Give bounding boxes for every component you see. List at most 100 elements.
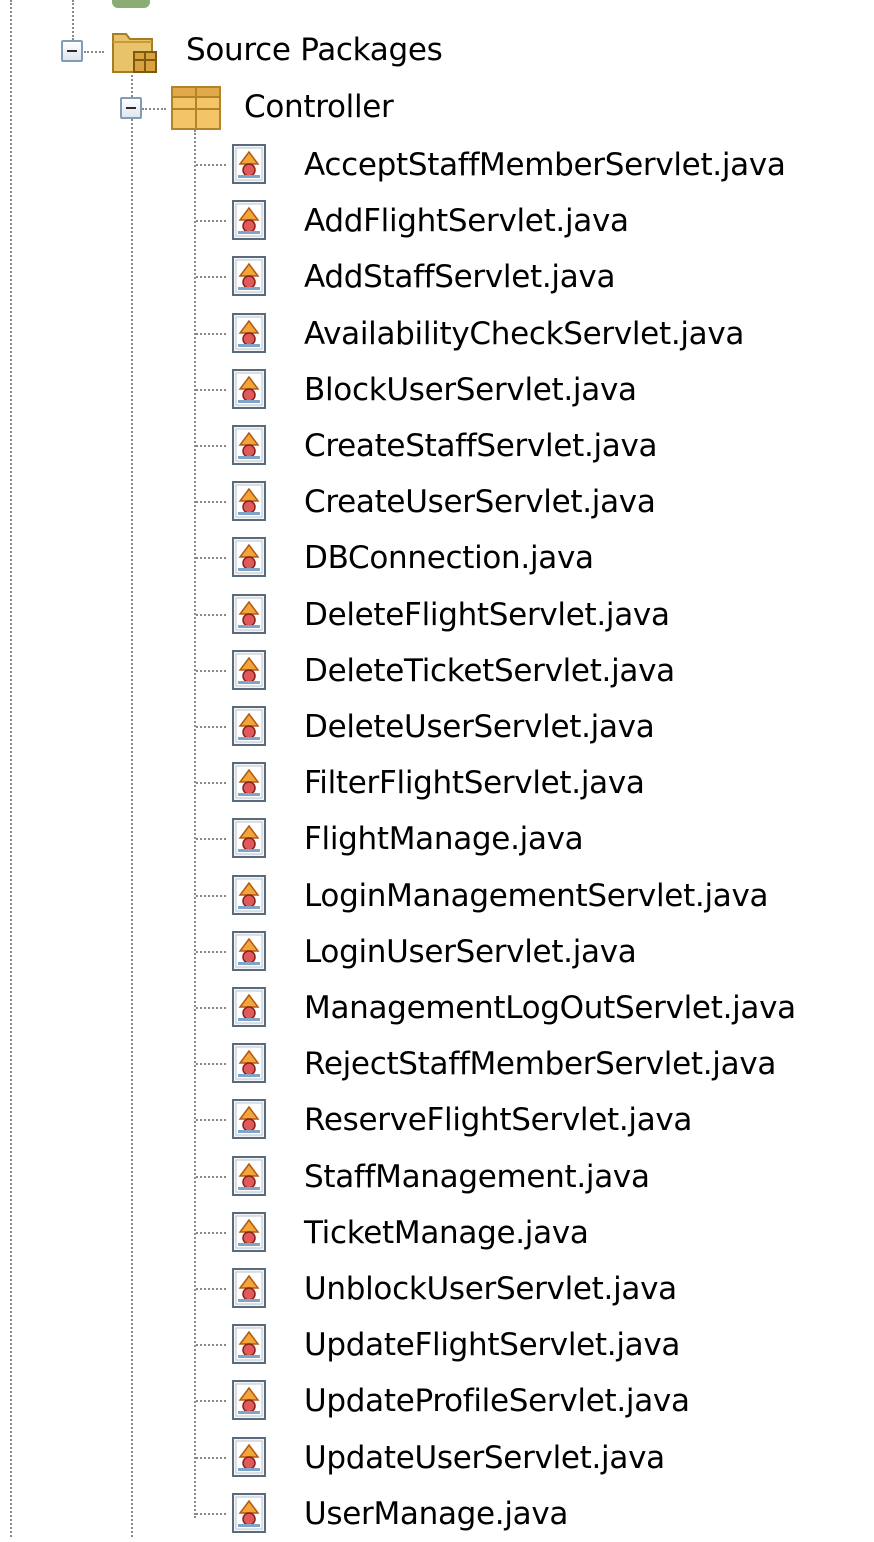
file-tree-item[interactable]: DeleteFlightServlet.java: [0, 587, 874, 643]
file-tree-item[interactable]: AcceptStaffMemberServlet.java: [0, 137, 874, 193]
tree-connector: [196, 445, 226, 447]
tree-connector: [196, 895, 226, 897]
file-tree-item[interactable]: UpdateFlightServlet.java: [0, 1317, 874, 1373]
file-tree-item[interactable]: DBConnection.java: [0, 530, 874, 586]
file-name-label: UpdateProfileServlet.java: [304, 1383, 690, 1419]
java-class-file-icon: [232, 931, 266, 971]
file-tree-item[interactable]: AddStaffServlet.java: [0, 249, 874, 305]
file-name-label: AddFlightServlet.java: [304, 203, 629, 239]
tree-connector: [196, 501, 226, 503]
file-tree-item[interactable]: ReserveFlightServlet.java: [0, 1092, 874, 1148]
collapse-source-packages-toggle[interactable]: [61, 40, 83, 62]
file-tree-item[interactable]: DeleteUserServlet.java: [0, 699, 874, 755]
java-class-file-icon: [232, 256, 266, 296]
file-name-label: AcceptStaffMemberServlet.java: [304, 147, 786, 183]
tree-connector: [196, 333, 226, 335]
tree-connector: [196, 1232, 226, 1234]
java-class-file-icon: [232, 706, 266, 746]
java-class-file-icon: [232, 1268, 266, 1308]
file-tree-item[interactable]: LoginManagementServlet.java: [0, 868, 874, 924]
file-tree-item[interactable]: CreateUserServlet.java: [0, 474, 874, 530]
tree-connector: [196, 1513, 226, 1515]
tree-connector: [196, 726, 226, 728]
file-tree-item[interactable]: ManagementLogOutServlet.java: [0, 980, 874, 1036]
project-tree: Source Packages Controller AcceptStaffMe…: [0, 0, 874, 1537]
java-class-file-icon: [232, 987, 266, 1027]
file-tree-item[interactable]: StaffManagement.java: [0, 1149, 874, 1205]
java-class-file-icon: [232, 818, 266, 858]
tree-connector: [196, 1119, 226, 1121]
java-class-file-icon: [232, 1437, 266, 1477]
java-class-file-icon: [232, 369, 266, 409]
java-class-file-icon: [232, 537, 266, 577]
file-tree-item[interactable]: DeleteTicketServlet.java: [0, 643, 874, 699]
file-name-label: FlightManage.java: [304, 821, 584, 857]
file-name-label: CreateStaffServlet.java: [304, 428, 658, 464]
file-tree-item[interactable]: UpdateProfileServlet.java: [0, 1373, 874, 1429]
java-class-file-icon: [232, 481, 266, 521]
tree-node-controller-package[interactable]: Controller: [0, 79, 874, 135]
tree-connector: [196, 951, 226, 953]
file-tree-item[interactable]: CreateStaffServlet.java: [0, 418, 874, 474]
java-class-file-icon: [232, 594, 266, 634]
file-name-label: UnblockUserServlet.java: [304, 1271, 677, 1307]
tree-connector: [196, 557, 226, 559]
java-class-file-icon: [232, 875, 266, 915]
file-tree-item[interactable]: UnblockUserServlet.java: [0, 1261, 874, 1317]
file-name-label: StaffManagement.java: [304, 1159, 650, 1195]
file-name-label: UserManage.java: [304, 1496, 569, 1532]
tree-connector: [142, 108, 166, 110]
file-tree-item[interactable]: AddFlightServlet.java: [0, 193, 874, 249]
controller-label: Controller: [244, 89, 394, 125]
file-name-label: UpdateFlightServlet.java: [304, 1327, 681, 1363]
tree-connector: [84, 51, 104, 53]
file-tree-item[interactable]: TicketManage.java: [0, 1205, 874, 1261]
file-name-label: TicketManage.java: [304, 1215, 589, 1251]
tree-connector: [196, 220, 226, 222]
tree-connector: [196, 670, 226, 672]
file-name-label: AddStaffServlet.java: [304, 259, 616, 295]
file-tree-item[interactable]: UpdateUserServlet.java: [0, 1430, 874, 1486]
file-name-label: LoginUserServlet.java: [304, 934, 637, 970]
file-name-label: UpdateUserServlet.java: [304, 1440, 665, 1476]
file-name-label: DeleteFlightServlet.java: [304, 597, 670, 633]
file-tree-item[interactable]: FilterFlightServlet.java: [0, 755, 874, 811]
collapse-controller-toggle[interactable]: [120, 97, 142, 119]
tree-connector: [196, 276, 226, 278]
file-name-label: LoginManagementServlet.java: [304, 878, 769, 914]
file-tree-item[interactable]: FlightManage.java: [0, 811, 874, 867]
file-tree-item[interactable]: BlockUserServlet.java: [0, 362, 874, 418]
file-tree-item[interactable]: RejectStaffMemberServlet.java: [0, 1036, 874, 1092]
java-class-file-icon: [232, 1043, 266, 1083]
file-name-label: DBConnection.java: [304, 540, 594, 576]
file-name-label: DeleteUserServlet.java: [304, 709, 655, 745]
java-class-file-icon: [232, 144, 266, 184]
file-name-label: ReserveFlightServlet.java: [304, 1102, 693, 1138]
tree-connector: [196, 1344, 226, 1346]
java-class-file-icon: [232, 1156, 266, 1196]
tree-connector: [196, 1457, 226, 1459]
java-class-file-icon: [232, 1212, 266, 1252]
java-class-file-icon: [232, 1380, 266, 1420]
java-class-file-icon: [232, 1324, 266, 1364]
java-class-file-icon: [232, 1493, 266, 1533]
java-class-file-icon: [232, 1099, 266, 1139]
file-name-label: ManagementLogOutServlet.java: [304, 990, 796, 1026]
tree-connector: [196, 1063, 226, 1065]
java-class-file-icon: [232, 313, 266, 353]
parent-node-icon-partial: [112, 0, 150, 8]
source-packages-label: Source Packages: [186, 32, 443, 68]
tree-connector: [196, 782, 226, 784]
file-tree-item[interactable]: AvailabilityCheckServlet.java: [0, 306, 874, 362]
java-class-file-icon: [232, 762, 266, 802]
file-tree-item[interactable]: UserManage.java: [0, 1486, 874, 1542]
file-name-label: DeleteTicketServlet.java: [304, 653, 675, 689]
file-name-label: CreateUserServlet.java: [304, 484, 656, 520]
tree-node-source-packages[interactable]: Source Packages: [0, 22, 874, 78]
tree-connector: [196, 164, 226, 166]
tree-connector: [196, 1007, 226, 1009]
tree-connector: [196, 1400, 226, 1402]
file-tree-item[interactable]: LoginUserServlet.java: [0, 924, 874, 980]
tree-connector: [196, 1288, 226, 1290]
tree-connector: [196, 838, 226, 840]
